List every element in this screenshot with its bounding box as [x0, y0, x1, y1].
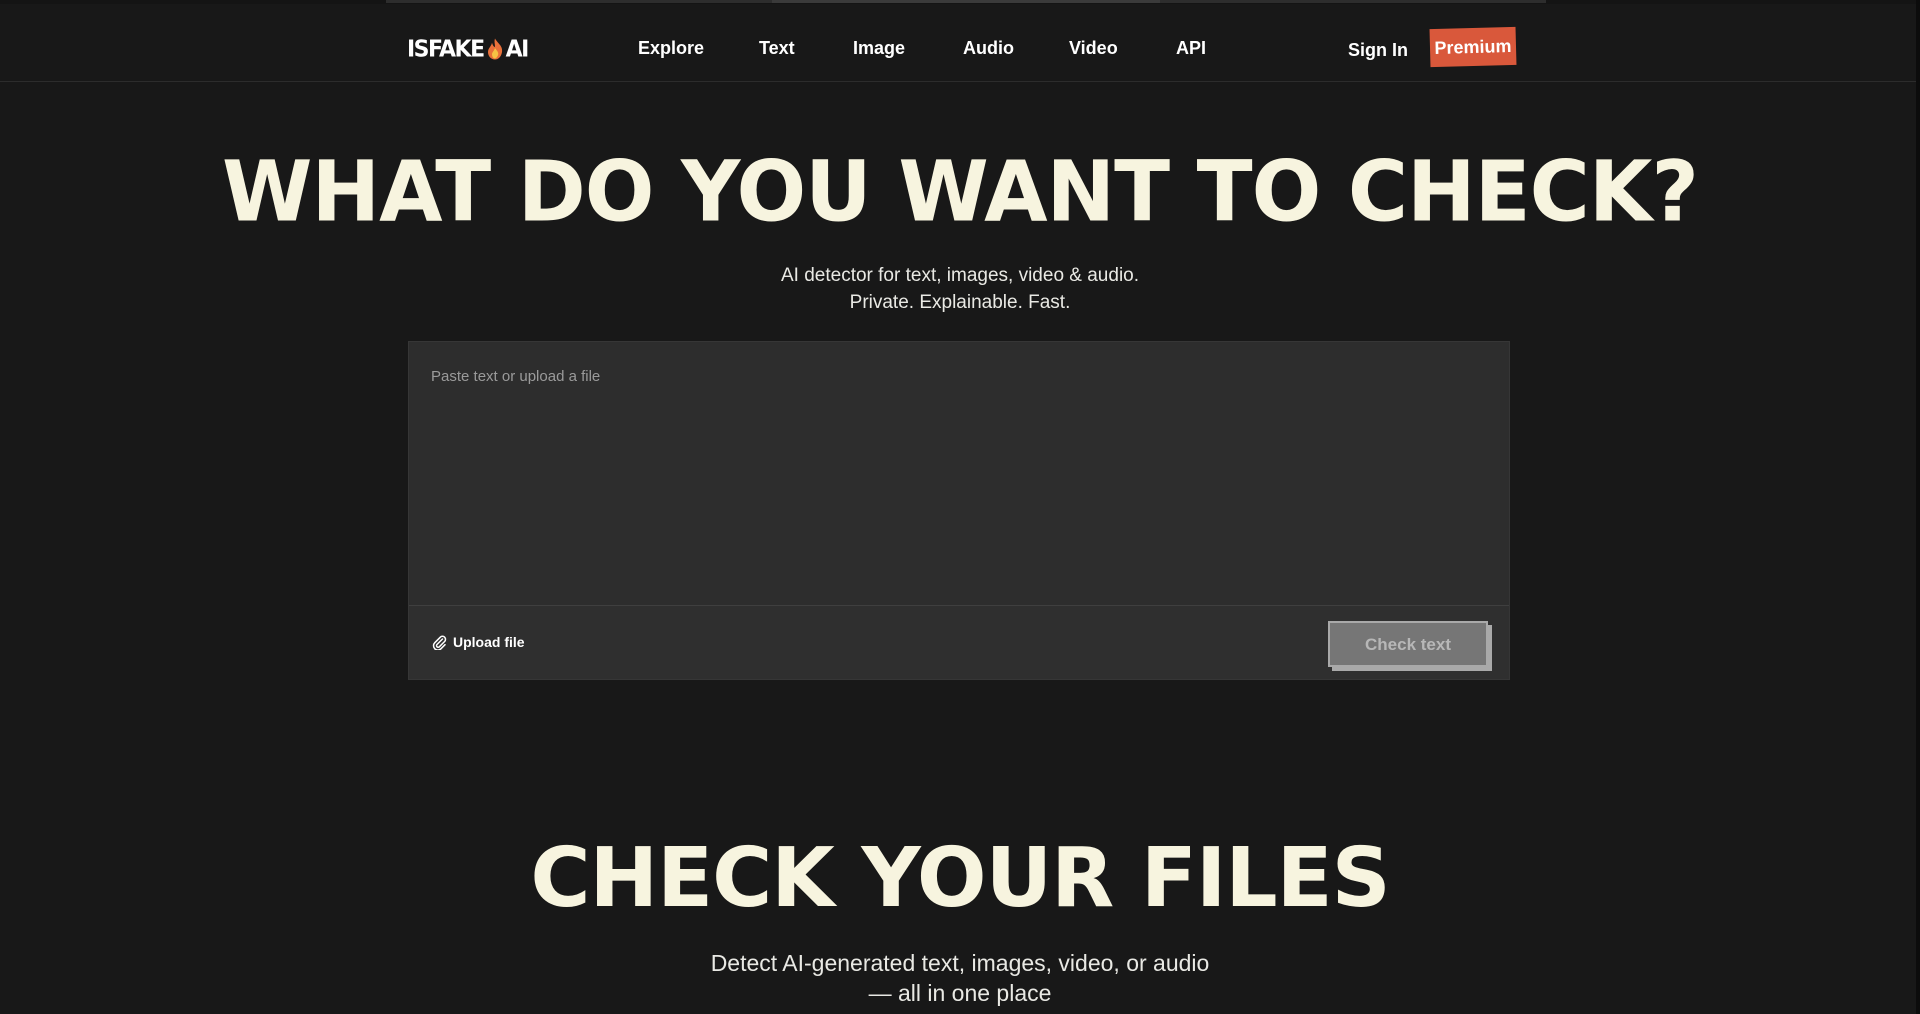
hero-subtitle: AI detector for text, images, video & au… — [0, 262, 1920, 316]
section-subtitle: Detect AI-generated text, images, video,… — [710, 950, 1210, 1006]
section-title: CHECK YOUR FILES — [530, 831, 1390, 926]
hero-subtitle-line2: Private. Explainable. Fast. — [849, 292, 1071, 313]
upload-file-label: Upload file — [453, 634, 525, 650]
paperclip-icon — [432, 635, 447, 650]
upload-file-button[interactable]: Upload file — [431, 634, 525, 650]
card-footer: Upload file Check text — [409, 605, 1509, 679]
window-edge — [1916, 0, 1920, 1014]
main-nav: Explore Text Image Audio Video API — [0, 34, 1920, 64]
nav-image[interactable]: Image — [853, 38, 905, 59]
site-header: ISFAKE AI Explore Text Image Audio Video… — [0, 4, 1920, 82]
hero-title: WHAT DO YOU WANT TO CHECK? — [222, 144, 1699, 241]
page: ISFAKE AI Explore Text Image Audio Video… — [0, 0, 1920, 1014]
sign-in-link[interactable]: Sign In — [1348, 40, 1408, 61]
nav-audio[interactable]: Audio — [963, 38, 1014, 59]
premium-button[interactable]: Premium — [1429, 26, 1517, 68]
text-input[interactable] — [409, 342, 1509, 605]
nav-text[interactable]: Text — [759, 38, 795, 59]
hero-subtitle-line1: AI detector for text, images, video & au… — [780, 265, 1140, 286]
text-check-card: Upload file Check text — [408, 341, 1510, 680]
nav-api[interactable]: API — [1176, 38, 1206, 59]
nav-video[interactable]: Video — [1069, 38, 1118, 59]
check-text-button[interactable]: Check text — [1328, 621, 1488, 667]
nav-explore[interactable]: Explore — [638, 38, 704, 59]
